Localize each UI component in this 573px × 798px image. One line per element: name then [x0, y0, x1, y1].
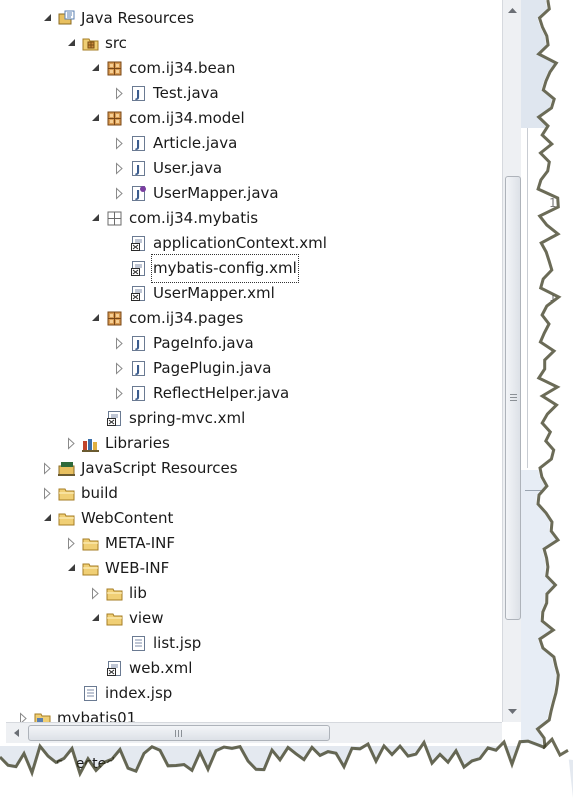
- screenshot-stage: Java Resources src com.ij34.bean J Test.java…: [0, 0, 573, 798]
- torn-edge-overlay: [0, 0, 573, 798]
